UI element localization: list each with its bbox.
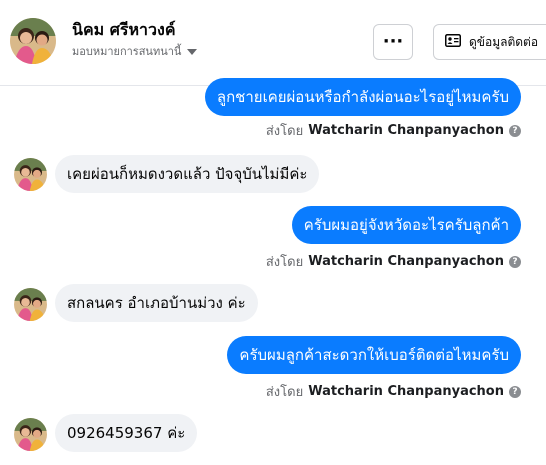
incoming-message[interactable]: สกลนคร อำเภอบ้านม่วง ค่ะ bbox=[55, 284, 258, 322]
outgoing-message[interactable]: ครับผมลูกค้าสะดวกให้เบอร์ติดต่อไหมครับ bbox=[227, 336, 521, 374]
outgoing-message[interactable]: ลูกชายเคยผ่อนหรือกำลังผ่อนอะไรอยู่ไหมครั… bbox=[204, 78, 521, 116]
view-contact-button[interactable]: ดูข้อมูลติดต่อ bbox=[433, 24, 546, 60]
assign-label: มอบหมายการสนทนานี้ bbox=[72, 45, 182, 58]
contact-avatar-small[interactable] bbox=[14, 418, 47, 451]
help-circle-icon[interactable]: ? bbox=[509, 385, 521, 398]
sender-name: Watcharin Chanpanyachon bbox=[308, 254, 504, 269]
sent-by-prefix: ส่งโดย bbox=[265, 385, 304, 400]
incoming-message[interactable]: เคยผ่อนก็หมดงวดแล้ว ปัจจุบันไม่มีค่ะ bbox=[55, 155, 320, 193]
more-dots-icon: ··· bbox=[382, 31, 404, 52]
contact-card-icon bbox=[445, 34, 461, 50]
sent-by-label: ส่งโดย Watcharin Chanpanyachon ? bbox=[266, 251, 521, 272]
sent-by-label: ส่งโดย Watcharin Chanpanyachon ? bbox=[266, 381, 521, 402]
contact-avatar-small[interactable] bbox=[14, 288, 47, 321]
caret-down-icon bbox=[187, 48, 198, 55]
incoming-message[interactable]: 0926459367 ค่ะ bbox=[55, 414, 198, 452]
contact-name[interactable]: นิคม ศรีหาวงค์ bbox=[72, 18, 176, 43]
outgoing-message[interactable]: ครับผมอยู่จังหวัดอะไรครับลูกค้า bbox=[291, 206, 521, 244]
sender-name: Watcharin Chanpanyachon bbox=[308, 123, 504, 138]
contact-avatar[interactable] bbox=[10, 18, 56, 64]
sent-by-label: ส่งโดย Watcharin Chanpanyachon ? bbox=[266, 120, 521, 141]
help-circle-icon[interactable]: ? bbox=[509, 255, 521, 268]
more-options-button[interactable]: ··· bbox=[373, 24, 413, 60]
assign-conversation-dropdown[interactable]: มอบหมายการสนทนานี้ bbox=[72, 42, 198, 60]
sent-by-prefix: ส่งโดย bbox=[265, 124, 304, 139]
help-circle-icon[interactable]: ? bbox=[509, 124, 521, 137]
sender-name: Watcharin Chanpanyachon bbox=[308, 384, 504, 399]
contact-avatar-small[interactable] bbox=[14, 158, 47, 191]
sent-by-prefix: ส่งโดย bbox=[265, 255, 304, 270]
view-contact-label: ดูข้อมูลติดต่อ bbox=[469, 34, 539, 49]
conversation-header: นิคม ศรีหาวงค์ มอบหมายการสนทนานี้ ··· ดู… bbox=[0, 0, 546, 86]
